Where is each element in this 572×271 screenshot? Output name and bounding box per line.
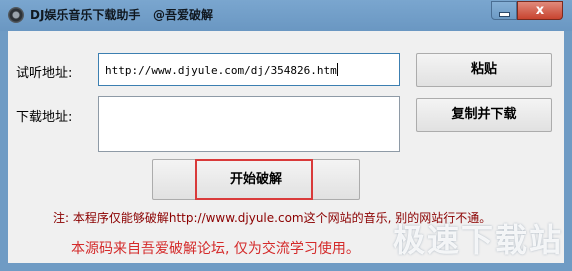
- source-note: 本源码来自吾爱破解论坛, 仅为交流学习使用。: [71, 241, 360, 257]
- download-url-label: 下载地址:: [16, 110, 73, 125]
- copy-and-download-button[interactable]: 复制并下载: [416, 98, 552, 132]
- app-icon: [8, 7, 24, 23]
- site-watermark: 极速下载站: [393, 221, 564, 259]
- close-button[interactable]: x: [517, 1, 563, 20]
- listen-url-value: http://www.djyule.com/dj/354826.htm: [105, 64, 337, 77]
- paste-button[interactable]: 粘贴: [416, 53, 552, 87]
- text-caret: [336, 63, 338, 76]
- highlight-box: [195, 159, 313, 200]
- close-icon: x: [535, 3, 545, 18]
- minimize-button[interactable]: [491, 1, 517, 20]
- title-bar[interactable]: DJ娱乐音乐下载助手 @吾爱破解 x: [0, 0, 572, 31]
- download-url-input[interactable]: [98, 96, 400, 152]
- window-title: DJ娱乐音乐下载助手 @吾爱破解: [30, 8, 213, 22]
- app-window: DJ娱乐音乐下载助手 @吾爱破解 x 试听地址: http://www.djyu…: [0, 0, 572, 271]
- listen-url-label: 试听地址:: [16, 66, 73, 81]
- listen-url-input[interactable]: http://www.djyule.com/dj/354826.htm: [98, 53, 400, 86]
